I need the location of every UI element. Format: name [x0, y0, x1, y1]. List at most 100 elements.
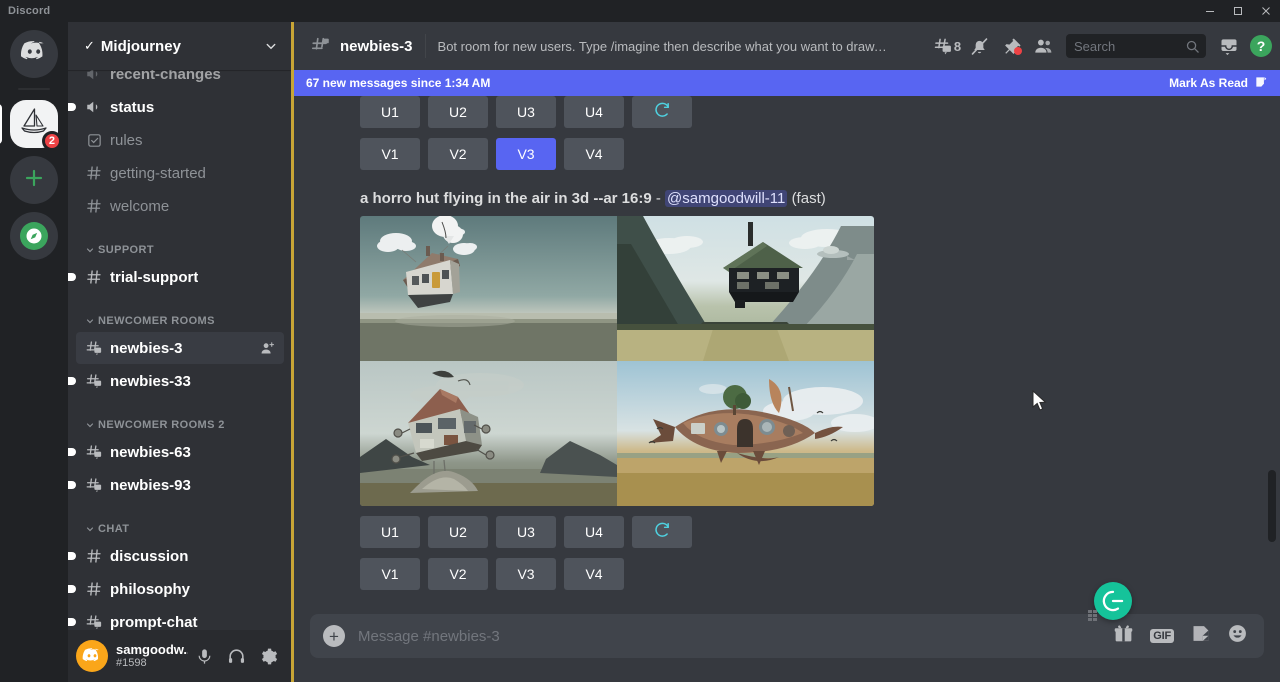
- composer-box[interactable]: + Message #newbies-3 GIF: [310, 614, 1264, 658]
- channel-list[interactable]: recent-changes status rules getting: [68, 70, 292, 630]
- sidebar-item-newbies-93[interactable]: newbies-93: [76, 469, 284, 501]
- minimize-icon[interactable]: [1196, 0, 1224, 22]
- chevron-down-icon[interactable]: [262, 37, 280, 55]
- upscale-button-u2[interactable]: U2: [428, 516, 488, 548]
- category-newcomer-rooms[interactable]: NEWCOMER ROOMS: [68, 303, 292, 331]
- category-newcomer-rooms-2[interactable]: NEWCOMER ROOMS 2: [68, 407, 292, 435]
- upscale-button-u2[interactable]: U2: [428, 96, 488, 128]
- emoji-icon[interactable]: [1227, 623, 1248, 649]
- gear-icon[interactable]: [252, 640, 284, 672]
- maximize-icon[interactable]: [1224, 0, 1252, 22]
- upscale-button-u4[interactable]: U4: [564, 96, 624, 128]
- sidebar-item-label: newbies-93: [110, 477, 191, 494]
- sidebar-item-status[interactable]: status: [76, 91, 284, 123]
- sidebar-resize-handle[interactable]: [291, 22, 294, 682]
- variation-button-v4[interactable]: V4: [564, 558, 624, 590]
- sidebar-item-label: welcome: [110, 198, 169, 215]
- attachment-image-grid[interactable]: [360, 216, 874, 506]
- variation-button-v4[interactable]: V4: [564, 138, 624, 170]
- avatar[interactable]: [76, 640, 108, 672]
- reroll-button[interactable]: [632, 96, 692, 128]
- pinned-messages-icon[interactable]: [996, 31, 1026, 61]
- unread-indicator: [68, 552, 76, 560]
- grammarly-drag-handle[interactable]: [1088, 610, 1097, 621]
- sidebar-item-label: rules: [110, 132, 143, 149]
- upscale-button-u4[interactable]: U4: [564, 516, 624, 548]
- sidebar-item-label: newbies-33: [110, 373, 191, 390]
- sidebar-item-recent-changes[interactable]: recent-changes: [76, 70, 284, 90]
- sidebar-item-label: trial-support: [110, 269, 198, 286]
- pinned-indicator-dot: [1014, 47, 1022, 55]
- scrollbar-thumb[interactable]: [1268, 470, 1276, 542]
- upscale-button-u3[interactable]: U3: [496, 96, 556, 128]
- upscale-button-u3[interactable]: U3: [496, 516, 556, 548]
- new-messages-bar[interactable]: 67 new messages since 1:34 AM Mark As Re…: [294, 70, 1280, 96]
- sidebar-item-label: prompt-chat: [110, 614, 198, 631]
- microphone-icon[interactable]: [188, 640, 220, 672]
- headphones-icon[interactable]: [220, 640, 252, 672]
- variation-button-v2[interactable]: V2: [428, 138, 488, 170]
- sidebar-item-getting-started[interactable]: getting-started: [76, 157, 284, 189]
- variation-button-v1[interactable]: V1: [360, 558, 420, 590]
- sidebar-item-prompt-chat[interactable]: prompt-chat: [76, 606, 284, 630]
- category-chat[interactable]: CHAT: [68, 511, 292, 539]
- mark-as-read-button[interactable]: Mark As Read: [1169, 75, 1268, 92]
- category-label: NEWCOMER ROOMS 2: [98, 419, 225, 431]
- prompt-text: a horro hut flying in the air in 3d --ar…: [360, 190, 652, 207]
- channel-topic[interactable]: Bot room for new users. Type /imagine th…: [438, 39, 888, 54]
- sidebar-item-trial-support[interactable]: trial-support: [76, 261, 284, 293]
- guild-header[interactable]: ✓ Midjourney: [68, 22, 292, 70]
- user-meta[interactable]: samgoodw... #1598: [116, 643, 188, 669]
- invite-member-icon[interactable]: [259, 340, 276, 357]
- hash-thread-icon: [84, 612, 104, 630]
- variation-button-v3[interactable]: V3: [496, 558, 556, 590]
- search-input[interactable]: Search: [1066, 34, 1206, 58]
- user-discriminator: #1598: [116, 657, 188, 669]
- reroll-button[interactable]: [632, 516, 692, 548]
- category-label: NEWCOMER ROOMS: [98, 315, 215, 327]
- unread-indicator: [68, 273, 76, 281]
- hash-thread-lock-icon: [310, 35, 332, 57]
- sidebar-item-newbies-63[interactable]: newbies-63: [76, 436, 284, 468]
- hash-icon: [84, 196, 104, 216]
- server-rail-item-midjourney[interactable]: 2: [10, 100, 58, 148]
- sidebar-item-philosophy[interactable]: philosophy: [76, 573, 284, 605]
- sidebar-item-welcome[interactable]: welcome: [76, 190, 284, 222]
- variation-button-v3[interactable]: V3: [496, 138, 556, 170]
- add-server-button[interactable]: [10, 156, 58, 204]
- mode-suffix: (fast): [792, 190, 826, 207]
- grammarly-button[interactable]: [1094, 582, 1132, 620]
- user-name: samgoodw...: [116, 643, 188, 657]
- user-mention[interactable]: @samgoodwill-11: [665, 190, 787, 207]
- explore-servers-button[interactable]: [10, 212, 58, 260]
- gift-icon[interactable]: [1113, 623, 1134, 649]
- threads-icon[interactable]: 8: [932, 31, 962, 61]
- sticker-icon[interactable]: [1190, 623, 1211, 649]
- upscale-button-u1[interactable]: U1: [360, 96, 420, 128]
- member-list-icon[interactable]: [1028, 31, 1058, 61]
- sidebar-item-newbies-3[interactable]: newbies-3: [76, 332, 284, 364]
- messages-scrollbar[interactable]: [1264, 144, 1280, 614]
- server-unread-badge: 2: [42, 131, 62, 151]
- help-icon[interactable]: ?: [1250, 35, 1272, 57]
- announcement-icon: [84, 70, 104, 84]
- sidebar-item-rules[interactable]: rules: [76, 124, 284, 156]
- notifications-muted-icon[interactable]: [964, 31, 994, 61]
- upscale-button-u1[interactable]: U1: [360, 516, 420, 548]
- sidebar-item-newbies-33[interactable]: newbies-33: [76, 365, 284, 397]
- server-rail-item-home[interactable]: [10, 30, 58, 78]
- variation-button-v1[interactable]: V1: [360, 138, 420, 170]
- message-input[interactable]: Message #newbies-3: [358, 628, 1113, 645]
- inbox-icon[interactable]: [1214, 31, 1244, 61]
- plus-icon: [22, 166, 46, 195]
- category-support[interactable]: SUPPORT: [68, 232, 292, 260]
- hash-icon: [84, 579, 104, 599]
- sidebar-item-discussion[interactable]: discussion: [76, 540, 284, 572]
- upload-attachment-button[interactable]: +: [310, 614, 358, 658]
- gif-picker-button[interactable]: GIF: [1150, 629, 1174, 643]
- unread-indicator: [68, 618, 76, 626]
- messages-scroller[interactable]: U1 U2 U3 U4 V1 V2: [294, 70, 1280, 614]
- sidebar-item-label: philosophy: [110, 581, 190, 598]
- close-icon[interactable]: [1252, 0, 1280, 22]
- variation-button-v2[interactable]: V2: [428, 558, 488, 590]
